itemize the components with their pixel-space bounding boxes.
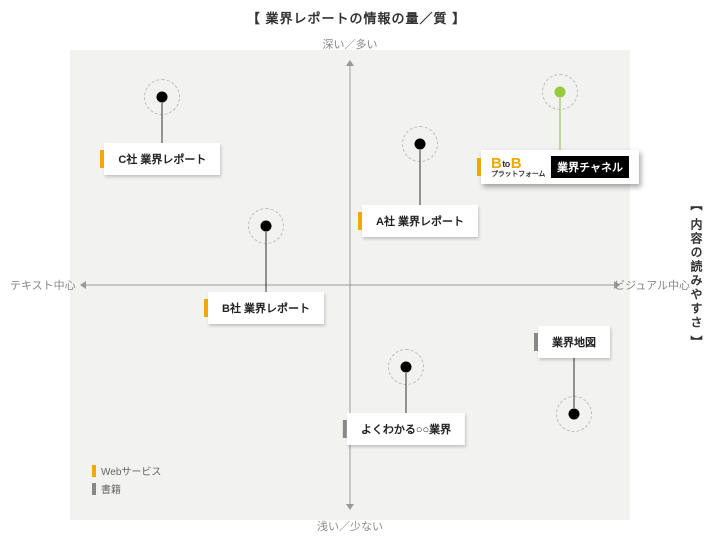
legend-swatch-icon: [92, 465, 96, 477]
tag-web-icon: [100, 150, 104, 168]
tag-web-icon: [477, 158, 481, 176]
card-b: B社 業界レポート: [208, 292, 324, 324]
axis-label-right: ビジュアル中心: [614, 277, 690, 293]
card-label: よくわかる○○業界: [361, 424, 451, 436]
arrow-down-icon: [346, 504, 354, 510]
btob-pill: 業界チャネル: [551, 156, 629, 178]
card-label: 業界地図: [552, 337, 596, 349]
legend-item-web: Webサービス: [92, 463, 161, 478]
axis-label-bottom: 浅い／少ない: [317, 518, 383, 534]
card-label: A社 業界レポート: [376, 216, 464, 228]
card-label: B社 業界レポート: [222, 303, 310, 315]
card-map: 業界地図: [538, 326, 610, 358]
leader-line: [266, 232, 267, 292]
axis-label-left: テキスト中心: [10, 277, 76, 293]
leader-line: [420, 150, 421, 205]
leader-line: [574, 358, 575, 408]
quadrant-plot: 深い／多い 浅い／少ない テキスト中心 ビジュアル中心 C社 業界レポート Bt…: [70, 50, 630, 520]
chart-title: 【 業界レポートの情報の量／質 】: [0, 8, 713, 27]
dot-icon: [569, 409, 580, 420]
arrow-up-icon: [346, 60, 354, 66]
dot-icon: [157, 92, 168, 103]
legend-swatch-icon: [92, 483, 96, 495]
tag-web-icon: [204, 299, 208, 317]
arrow-left-icon: [80, 281, 86, 289]
chart-side-title: 【 内容の読みやすさ 】: [688, 198, 705, 349]
leader-line: [162, 103, 163, 143]
legend-label: Webサービス: [101, 463, 161, 478]
dot-icon: [401, 362, 412, 373]
btob-logo: BtoB プラットフォーム: [491, 156, 545, 178]
axis-label-top: 深い／多い: [323, 36, 378, 52]
dot-icon: [555, 87, 566, 98]
leader-line: [406, 373, 407, 413]
leader-line: [560, 98, 561, 150]
card-easy: よくわかる○○業界: [347, 413, 465, 445]
legend: Webサービス 書籍: [92, 460, 161, 496]
card-label: C社 業界レポート: [118, 154, 206, 166]
legend-label: 書籍: [101, 481, 121, 496]
tag-web-icon: [358, 212, 362, 230]
btob-logo-text: BtoB: [491, 156, 545, 171]
tag-book-icon: [343, 420, 347, 438]
dot-icon: [261, 221, 272, 232]
tag-book-icon: [534, 333, 538, 351]
legend-item-book: 書籍: [92, 481, 161, 496]
axis-horizontal: [84, 285, 616, 286]
btob-logo-sub: プラットフォーム: [491, 171, 545, 178]
dot-icon: [415, 139, 426, 150]
card-a: A社 業界レポート: [362, 205, 478, 237]
card-btob: BtoB プラットフォーム 業界チャネル: [481, 150, 639, 184]
card-c: C社 業界レポート: [104, 143, 220, 175]
